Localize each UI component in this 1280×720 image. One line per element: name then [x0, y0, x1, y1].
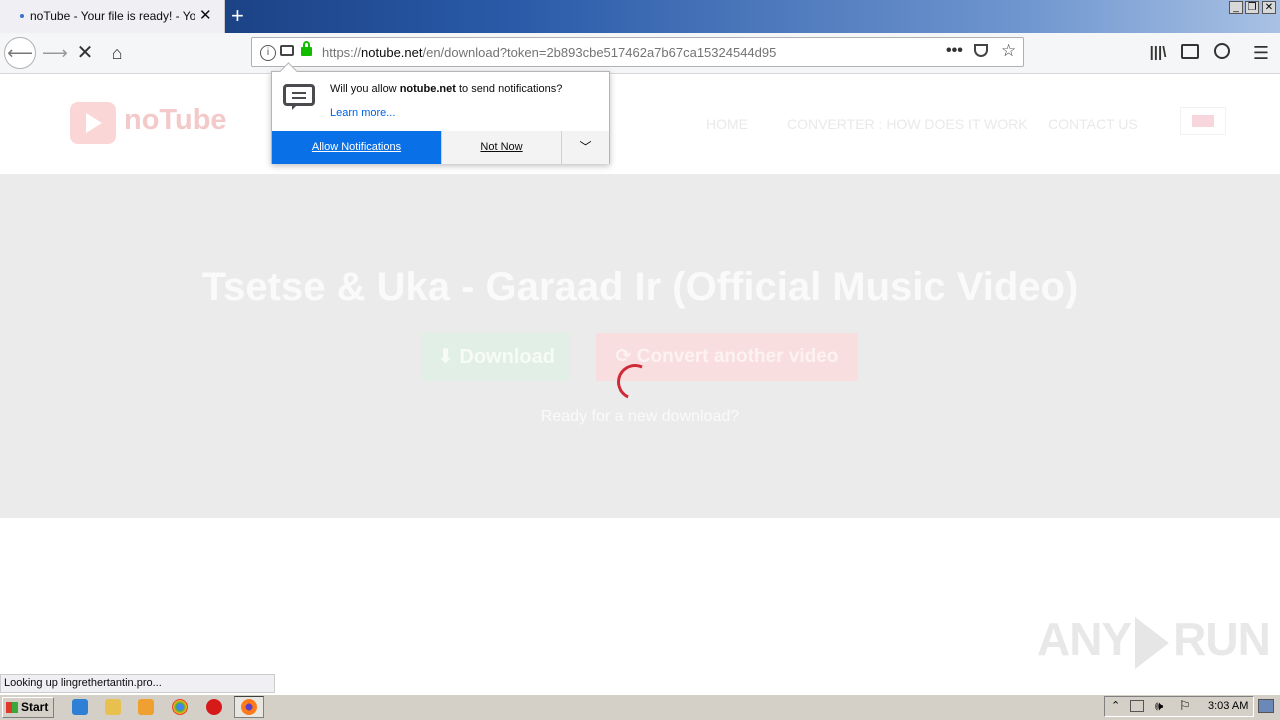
action-center-flag-icon[interactable]: ⚐ [1179, 698, 1191, 714]
opera-icon[interactable] [206, 699, 222, 715]
convert-label: Convert another video [636, 346, 839, 367]
tab-close-icon[interactable]: ✕ [199, 8, 212, 24]
library-icon[interactable]: |||\ [1147, 42, 1169, 64]
pocket-icon[interactable] [974, 44, 988, 57]
url-host: notube.net [361, 45, 423, 60]
url-path: /en/download?token=2b893cbe517462a7b67ca… [422, 45, 777, 60]
chrome-icon[interactable] [172, 699, 188, 715]
volume-icon[interactable]: 🕪 [1155, 698, 1163, 714]
taskbar-clock[interactable]: 3:03 AM [1208, 700, 1248, 712]
minimize-icon[interactable]: _ [1229, 1, 1243, 14]
firefox-icon [241, 699, 257, 715]
stop-loading-button[interactable]: ✕ [74, 42, 96, 64]
loading-dot-icon [20, 14, 24, 18]
taskbar: Start ⌃ 🕪 ⚐ 3:03 AM [0, 694, 1280, 720]
firefox-taskbar-button[interactable] [234, 696, 264, 718]
home-button[interactable]: ⌂ [106, 42, 128, 64]
explorer-icon[interactable] [105, 699, 121, 715]
network-icon[interactable] [1130, 700, 1144, 712]
start-button[interactable]: Start [2, 697, 54, 718]
question-site: notube.net [399, 83, 456, 95]
sidebar-icon[interactable] [1179, 42, 1201, 64]
ready-text: Ready for a new download? [540, 408, 740, 425]
nav-converter[interactable]: CONVERTER : HOW DOES IT WORK [787, 116, 1028, 132]
restore-icon[interactable]: ❐ [1245, 1, 1259, 14]
close-icon[interactable]: ✕ [1262, 1, 1276, 14]
download-label: Download [459, 346, 555, 368]
media-player-icon[interactable] [138, 699, 154, 715]
tab-notube[interactable]: noTube - Your file is ready! - YouT ✕ [0, 0, 225, 33]
forward-button[interactable]: ⟶ [42, 42, 68, 64]
logo-text: noTube [124, 104, 227, 136]
question-suffix: to send notifications? [455, 83, 563, 95]
logo-play-icon [70, 102, 116, 144]
url-text[interactable]: https://notube.net/en/download?token=2b8… [322, 45, 776, 60]
not-now-button[interactable]: Not Now [441, 131, 561, 164]
ie-icon[interactable] [72, 699, 88, 715]
watermark-play-icon [1135, 616, 1170, 669]
watermark-left: ANY [1037, 613, 1132, 665]
new-tab-button[interactable]: + [231, 4, 244, 28]
question-prefix: Will you allow [330, 83, 400, 95]
back-button[interactable]: ⟵ [4, 37, 36, 69]
allow-notifications-button[interactable]: Allow Notifications [272, 131, 441, 164]
learn-more-link[interactable]: Learn more... [330, 107, 395, 119]
watermark-right: RUN [1173, 613, 1271, 665]
menu-hamburger-icon[interactable]: ☰ [1250, 42, 1272, 64]
bookmark-star-icon[interactable]: ☆ [1001, 41, 1016, 61]
page-actions-icon[interactable]: ••• [946, 42, 963, 60]
navigation-toolbar: ⟵ ⟶ ✕ ⌂ i https://notube.net/en/download… [0, 33, 1280, 74]
download-button[interactable]: ⬇ Download [422, 333, 570, 381]
notification-bubble-icon [283, 84, 315, 110]
tab-title: noTube - Your file is ready! - YouT [30, 9, 195, 23]
show-desktop-icon[interactable] [1258, 699, 1274, 713]
url-bar[interactable]: i https://notube.net/en/download?token=2… [251, 37, 1024, 67]
account-icon[interactable] [1211, 42, 1233, 64]
status-bar: Looking up lingrethertantin.pro... [0, 674, 275, 693]
lock-shackle-icon [303, 41, 310, 49]
url-prefix: https:// [322, 45, 362, 60]
notification-permission-popup: Will you allow notube.net to send notifi… [271, 62, 610, 164]
anyrun-watermark: ANY RUN [1037, 612, 1271, 669]
video-title: Tsetse & Uka - Garaad Ir (Official Music… [201, 265, 1079, 309]
language-flag-icon[interactable] [1180, 107, 1226, 135]
tray-expand-icon[interactable]: ⌃ [1111, 699, 1120, 712]
notification-permission-icon[interactable] [280, 45, 294, 56]
nav-contact[interactable]: CONTACT US [1048, 116, 1138, 132]
site-info-icon[interactable]: i [260, 45, 276, 61]
nav-home[interactable]: HOME [706, 116, 748, 132]
chevron-down-icon[interactable]: ﹀ [561, 131, 609, 164]
permission-question: Will you allow notube.net to send notifi… [330, 83, 562, 95]
